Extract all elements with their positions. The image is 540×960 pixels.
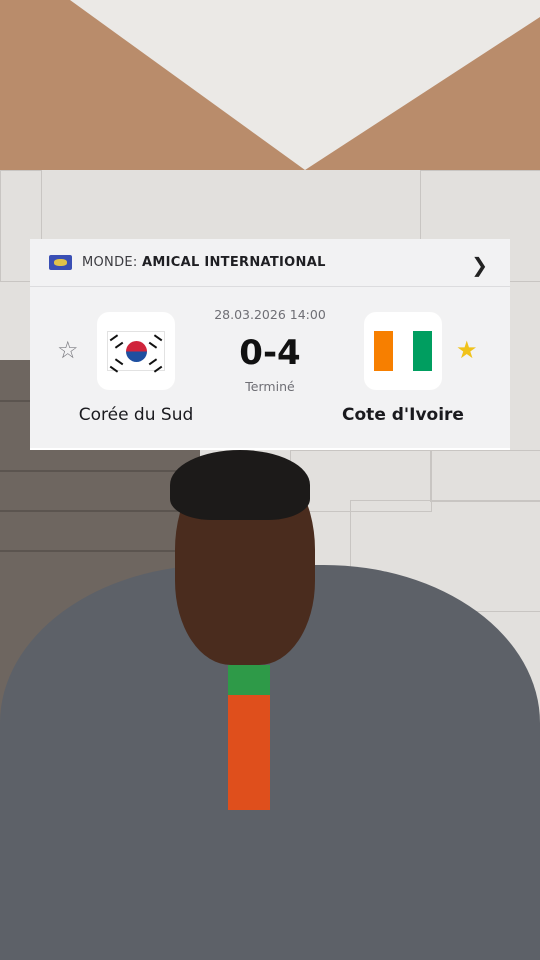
chevron-right-icon[interactable]: ❯ xyxy=(471,253,488,277)
world-flag-icon xyxy=(49,255,72,270)
match-datetime: 28.03.2026 14:00 xyxy=(214,307,326,322)
competition-country: MONDE: xyxy=(82,255,138,270)
person-collar xyxy=(228,665,270,695)
south-korea-flag-icon xyxy=(107,331,165,373)
away-team-logo[interactable] xyxy=(364,312,442,390)
favorite-star-away-icon[interactable]: ★ xyxy=(456,336,478,364)
match-score: 0-4 xyxy=(239,333,301,373)
video-background xyxy=(0,0,540,960)
competition-title: MONDE: AMICAL INTERNATIONAL xyxy=(82,255,326,270)
favorite-star-home-icon[interactable]: ☆ xyxy=(57,336,79,364)
match-score-card[interactable]: MONDE: AMICAL INTERNATIONAL ❯ ☆ 28.03.20… xyxy=(30,239,510,450)
home-team-logo[interactable] xyxy=(97,312,175,390)
match-status: Terminé xyxy=(245,379,295,394)
person-durag xyxy=(170,450,310,520)
competition-league: AMICAL INTERNATIONAL xyxy=(142,255,326,270)
ivory-coast-flag-icon xyxy=(374,331,432,371)
competition-header[interactable]: MONDE: AMICAL INTERNATIONAL ❯ xyxy=(30,239,510,287)
home-team-name[interactable]: Corée du Sud xyxy=(51,405,221,425)
away-team-name[interactable]: Cote d'Ivoire xyxy=(318,405,488,425)
